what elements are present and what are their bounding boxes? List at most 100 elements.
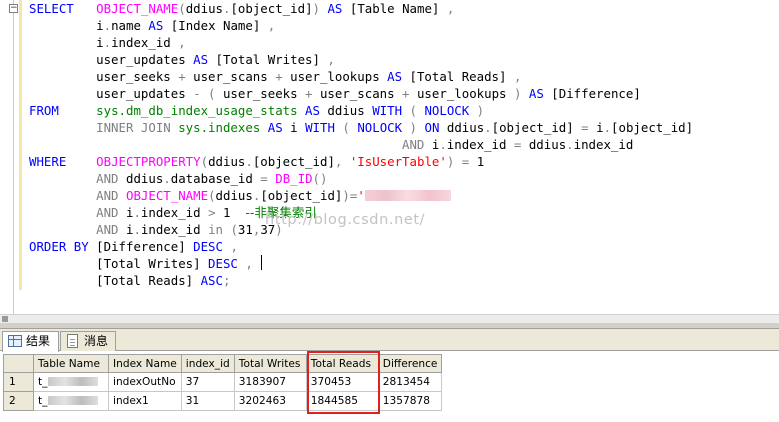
code-token: , — [245, 256, 253, 271]
cell-table-name[interactable]: t_ — [33, 372, 109, 392]
code-token: , — [327, 52, 335, 67]
cell-index-id[interactable]: 31 — [180, 391, 235, 411]
code-token: , — [439, 1, 455, 16]
code-line[interactable]: user_updates AS [Total Writes] , — [29, 51, 335, 68]
code-token: AS — [267, 120, 283, 135]
column-header-table-name[interactable]: Table Name — [33, 354, 109, 373]
code-token: AS — [148, 18, 164, 33]
cell-index-id[interactable]: 37 — [180, 372, 235, 392]
code-token: ddius — [521, 137, 567, 152]
column-header-difference[interactable]: Difference — [377, 354, 443, 373]
code-token: OBJECT_NAME — [126, 188, 209, 203]
code-line[interactable]: [Total Writes] DESC , — [29, 255, 253, 272]
code-token: sys.indexes — [178, 120, 261, 135]
code-token: AS — [327, 1, 343, 16]
cell-difference[interactable]: 2813454 — [377, 372, 443, 392]
code-line[interactable]: user_seeks + user_scans + user_lookups A… — [29, 68, 521, 85]
column-header-index-id[interactable]: index_id — [180, 354, 235, 373]
code-line[interactable]: user_updates - ( user_seeks + user_scans… — [29, 85, 641, 102]
code-token: ( — [208, 188, 216, 203]
code-token: = — [581, 120, 589, 135]
code-token: . — [603, 120, 612, 135]
code-token: 'IsUserTable' — [349, 154, 447, 169]
cell-total-writes[interactable]: 3183907 — [233, 372, 307, 392]
table-row[interactable]: 1 t_ indexOutNo 37 3183907 370453 281345… — [3, 372, 443, 392]
code-token: , — [267, 18, 276, 33]
results-grid[interactable]: Table Name Index Name index_id Total Wri… — [0, 352, 779, 422]
change-tracking-bar — [19, 0, 22, 290]
row-number[interactable]: 1 — [3, 372, 34, 392]
code-token: database_id — [170, 171, 261, 186]
code-token: 31 — [237, 222, 253, 237]
code-token: WITH — [372, 103, 403, 118]
cell-total-reads[interactable]: 1844585 — [305, 391, 379, 411]
column-header-total-writes[interactable]: Total Writes — [233, 354, 307, 373]
code-line[interactable]: AND i.index_id in (31,37) — [29, 221, 283, 238]
column-header-index-name[interactable]: Index Name — [108, 354, 182, 373]
code-token: ) — [312, 1, 320, 16]
code-line[interactable]: AND i.index_id = ddius.index_id — [29, 136, 633, 153]
code-line[interactable]: i.name AS [Index Name] , — [29, 17, 275, 34]
code-token: sys.dm_db_index_usage_stats — [96, 103, 298, 118]
code-token: user_lookups — [282, 69, 388, 84]
code-token: . — [484, 120, 492, 135]
code-token: 1 — [469, 154, 485, 169]
code-token: i — [424, 137, 440, 152]
tab-messages-label: 消息 — [84, 334, 109, 348]
code-line[interactable]: SELECT OBJECT_NAME(ddius.[object_id]) AS… — [29, 0, 454, 17]
code-token: user_updates — [29, 86, 194, 101]
code-token: WHERE — [29, 154, 67, 169]
table-row[interactable]: 2 t_ index1 31 3202463 1844585 1357878 — [3, 391, 443, 411]
code-line[interactable]: AND OBJECT_NAME(ddius.[object_id])=' — [29, 187, 451, 204]
code-token: name — [111, 18, 149, 33]
cell-index-name[interactable]: index1 — [108, 391, 182, 411]
code-line[interactable]: INNER JOIN sys.indexes AS i WITH ( NOLOC… — [29, 119, 693, 136]
code-token: user_scans — [312, 86, 403, 101]
code-token: ( — [178, 1, 186, 16]
code-token: [object_id] — [230, 1, 313, 16]
code-line[interactable]: AND ddius.database_id = DB_ID() — [29, 170, 327, 187]
cell-difference[interactable]: 1357878 — [377, 391, 443, 411]
query-editor[interactable]: − SELECT OBJECT_NAME(ddius.[object_id]) … — [0, 0, 779, 314]
code-line[interactable]: WHERE OBJECTPROPERTY(ddius.[object_id], … — [29, 153, 484, 170]
code-token: ( — [409, 103, 417, 118]
row-number[interactable]: 2 — [3, 391, 34, 411]
tab-results[interactable]: 结果 — [2, 331, 59, 352]
code-line[interactable]: [Total Reads] ASC; — [29, 272, 230, 289]
code-token: ddius — [319, 103, 373, 118]
cell-index-name[interactable]: indexOutNo — [108, 372, 182, 392]
code-token: + — [275, 69, 283, 84]
code-line[interactable]: ORDER BY [Difference] DESC , — [29, 238, 238, 255]
watermark-text: http://blog.csdn.net/ — [265, 212, 426, 228]
code-token: [Index Name] — [163, 18, 268, 33]
code-token: [object_id] — [260, 188, 343, 203]
redacted-text — [364, 190, 451, 201]
results-tab-strip: 结果 消息 — [0, 329, 779, 352]
editor-gutter: − — [0, 0, 22, 314]
code-token: NOLOCK — [424, 103, 470, 118]
cell-total-reads[interactable]: 370453 — [305, 372, 379, 392]
cell-total-writes[interactable]: 3202463 — [233, 391, 307, 411]
horizontal-scrollbar[interactable] — [0, 314, 779, 323]
code-token: . — [566, 137, 574, 152]
code-token: user_seeks — [215, 86, 306, 101]
code-token: ( — [230, 222, 238, 237]
code-token: () — [312, 171, 328, 186]
collapse-select-icon[interactable]: − — [9, 4, 18, 13]
code-line[interactable]: i.index_id , — [29, 34, 186, 51]
tab-messages[interactable]: 消息 — [60, 331, 116, 351]
column-header-total-reads[interactable]: Total Reads — [305, 354, 379, 373]
row-header-corner[interactable] — [3, 354, 34, 373]
scrollbar-thumb[interactable] — [2, 316, 8, 322]
code-token: [object_id] — [611, 120, 694, 135]
code-line[interactable]: FROM sys.dm_db_index_usage_stats AS ddiu… — [29, 102, 484, 119]
code-token: ddius — [118, 171, 164, 186]
cell-table-name[interactable]: t_ — [33, 391, 109, 411]
code-token: AND — [96, 171, 119, 186]
code-token: index_id — [446, 137, 514, 152]
code-token: OBJECT_NAME — [96, 1, 179, 16]
